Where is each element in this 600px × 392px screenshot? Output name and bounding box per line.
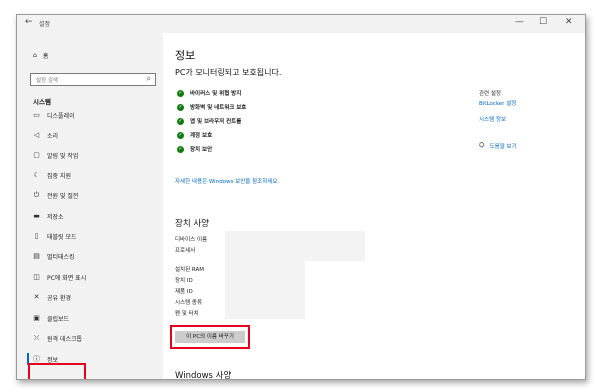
minimize-button[interactable]: — [515,17,524,27]
notification-icon: ▢ [33,151,40,159]
sidebar-item-remote-desktop[interactable]: ⤫ 원격 데스크톱 [27,332,162,344]
clipboard-icon: ▣ [33,314,40,322]
sidebar-item-label: 멀티태스킹 [47,253,75,261]
spec-label-system-type: 시스템 종류 [175,300,203,306]
protection-item-label: 앱 및 브라우저 컨트롤 [190,119,242,125]
spec-label-pen-touch: 펜 및 터치 [175,311,199,317]
sidebar-item-label: 태블릿 모드 [47,233,77,241]
sidebar-item-notifications[interactable]: ▢ 알림 및 작업 [27,149,162,161]
protection-item: ✓ 장치 보안 [177,145,212,153]
storage-icon: ▬ [33,212,40,220]
close-button[interactable]: ✕ [565,17,573,27]
highlight-box-rename [170,325,250,349]
help-chat-icon: ⛭ [479,141,485,149]
help-label: 도움말 보기 [489,143,517,150]
maximize-button[interactable]: ☐ [539,17,547,27]
check-icon: ✓ [177,131,184,139]
sidebar-item-label: 전원 및 절전 [47,192,79,200]
protection-item: ✓ 바이러스 및 위협 방지 [177,89,241,97]
sidebar-item-display[interactable]: ▭ 디스플레이 [27,109,162,121]
protection-item: ✓ 앱 및 브라우저 컨트롤 [177,117,241,125]
sidebar-item-label: 클립보드 [47,315,70,323]
back-arrow-icon[interactable]: ← [25,17,33,27]
main-content: 정보 PC가 모니터링되고 보호됩니다. ✓ 바이러스 및 위협 방지 ✓ 방화… [163,33,585,379]
home-icon: ⌂ [33,52,37,59]
system-info-link[interactable]: 시스템 정보 [479,115,506,123]
sidebar-item-label: 저장소 [47,213,64,221]
settings-window: ← 설정 — ☐ ✕ ⌂ 홈 설정 검색 ⌕ 시스템 ▭ 디스플레이 ◁ 소리 … [16,14,586,380]
windows-specs-heading: Windows 사양 [175,371,232,380]
section-heading-system: 시스템 [33,98,51,106]
protection-item-label: 방화벽 및 네트워크 보호 [190,105,247,111]
check-icon: ✓ [177,145,184,153]
protection-heading: PC가 모니터링되고 보호됩니다. [175,68,282,77]
related-settings-title: 관련 설정 [479,91,501,97]
tablet-icon: ▯ [34,232,39,240]
bitlocker-settings-link[interactable]: BitLocker 설정 [479,99,516,107]
sidebar-item-label: 원격 데스크톱 [47,335,83,343]
spec-label-processor: 프로세서 [175,248,196,254]
sidebar: ⌂ 홈 설정 검색 ⌕ 시스템 ▭ 디스플레이 ◁ 소리 ▢ 알림 및 작업 ☾… [17,33,163,379]
sidebar-item-label: 홈 [42,53,49,60]
sidebar-item-tablet-mode[interactable]: ▯ 태블릿 모드 [27,230,162,242]
project-icon: ◫ [33,273,40,281]
window-title: 설정 [39,21,51,28]
sidebar-item-label: 소리 [47,132,59,140]
moon-icon: ☾ [33,171,40,179]
sidebar-item-clipboard[interactable]: ▣ 클립보드 [27,312,162,324]
sidebar-item-focus-assist[interactable]: ☾ 집중 지원 [27,169,162,181]
highlight-box-about [28,363,86,379]
sidebar-item-power[interactable]: ⏻ 전원 및 절전 [27,189,162,201]
multitask-icon: ▤ [33,252,40,260]
protection-item: ✓ 계정 보호 [177,131,212,139]
sidebar-item-shared-experiences[interactable]: ✕ 공유 환경 [27,291,162,303]
spec-label-device-name: 디바이스 이름 [175,237,208,243]
spec-label-product-id: 제품 ID [175,289,193,295]
power-icon: ⏻ [33,190,40,199]
sidebar-item-label: 알림 및 작업 [47,152,79,160]
redacted-spec-values [225,261,305,319]
sidebar-item-label: 집중 지원 [47,172,71,180]
spec-label-device-id: 장치 ID [175,278,193,284]
sidebar-item-sound[interactable]: ◁ 소리 [27,129,162,141]
protection-item-label: 계정 보호 [190,133,213,139]
device-specs-heading: 장치 사양 [175,219,209,229]
sidebar-item-label: PC에 화면 표시 [47,274,87,282]
check-icon: ✓ [177,117,184,125]
search-input[interactable]: 설정 검색 ⌕ [30,73,156,86]
get-help-link[interactable]: ⛭ 도움말 보기 [479,141,517,150]
sidebar-item-storage[interactable]: ▬ 저장소 [27,210,162,222]
check-icon: ✓ [177,103,184,111]
sidebar-item-label: 공유 환경 [47,294,71,302]
speaker-icon: ◁ [33,131,40,139]
windows-security-link[interactable]: 자세한 내용은 Windows 보안을 참조하세요. [175,177,279,185]
protection-item-label: 바이러스 및 위협 방지 [190,91,242,97]
check-icon: ✓ [177,89,184,97]
sidebar-item-home[interactable]: ⌂ 홈 [33,51,48,60]
title-bar: ← 설정 — ☐ ✕ [17,15,585,33]
protection-item: ✓ 방화벽 및 네트워크 보호 [177,103,246,111]
search-placeholder: 설정 검색 [36,78,58,84]
protection-item-label: 장치 보안 [190,147,213,153]
share-icon: ✕ [33,293,40,301]
spec-label-ram: 설치된 RAM [175,267,205,273]
sidebar-item-multitasking[interactable]: ▤ 멀티태스킹 [27,250,162,262]
sidebar-item-label: 디스플레이 [47,112,75,120]
sidebar-item-project[interactable]: ◫ PC에 화면 표시 [27,271,162,283]
display-icon: ▭ [33,111,40,119]
redacted-spec-values [225,231,365,261]
page-title: 정보 [175,49,196,62]
remote-icon: ⤫ [33,333,40,342]
search-icon: ⌕ [146,74,151,83]
